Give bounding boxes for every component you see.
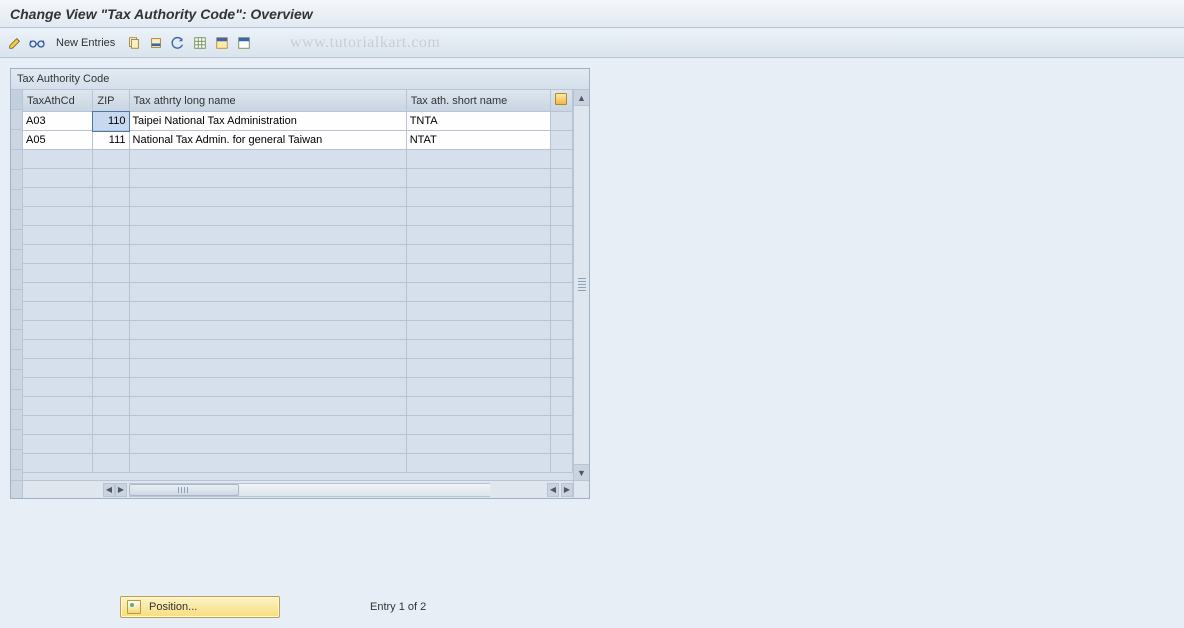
grid-panel: Tax Authority Code TaxAthCd ZIP Tax athr… — [10, 68, 590, 499]
table-row-empty[interactable] — [23, 169, 573, 188]
col-header-long[interactable]: Tax athrty long name — [129, 90, 406, 112]
scroll-left-end-icon[interactable]: ◀ — [547, 483, 559, 497]
table-row-empty[interactable] — [23, 283, 573, 302]
vertical-scrollbar[interactable]: ▲ ▼ — [573, 90, 589, 480]
data-grid[interactable]: TaxAthCd ZIP Tax athrty long name Tax at… — [23, 90, 573, 473]
cell-zip[interactable]: 111 — [93, 131, 129, 150]
table-row-empty[interactable] — [23, 397, 573, 416]
watermark-text: www.tutorialkart.com — [290, 34, 440, 52]
table-row-empty[interactable] — [23, 207, 573, 226]
save-grid-icon[interactable] — [191, 34, 209, 52]
toolbar: New Entries www.tutorialkart.com — [0, 28, 1184, 58]
table-row-empty[interactable] — [23, 435, 573, 454]
content-area: Tax Authority Code TaxAthCd ZIP Tax athr… — [0, 58, 1184, 628]
table-row-empty[interactable] — [23, 302, 573, 321]
table-row-empty[interactable] — [23, 454, 573, 473]
table-row[interactable]: A03110Taipei National Tax Administration… — [23, 112, 573, 131]
grid-main: TaxAthCd ZIP Tax athrty long name Tax at… — [23, 90, 573, 480]
copy-icon[interactable] — [125, 34, 143, 52]
table-row-empty[interactable] — [23, 378, 573, 397]
hscroll-thumb[interactable] — [129, 484, 239, 496]
scroll-down-icon[interactable]: ▼ — [574, 464, 589, 480]
title-bar: Change View "Tax Authority Code": Overvi… — [0, 0, 1184, 28]
row-selector-gutter[interactable] — [11, 90, 23, 480]
deselect-all-icon[interactable] — [235, 34, 253, 52]
table-row[interactable]: A05111National Tax Admin. for general Ta… — [23, 131, 573, 150]
panel-title: Tax Authority Code — [11, 69, 589, 90]
table-row-empty[interactable] — [23, 321, 573, 340]
table-row-empty[interactable] — [23, 340, 573, 359]
cell-code[interactable]: A05 — [23, 131, 93, 150]
col-header-code[interactable]: TaxAthCd — [23, 90, 93, 112]
table-row-empty[interactable] — [23, 188, 573, 207]
col-header-zip[interactable]: ZIP — [93, 90, 129, 112]
page-title: Change View "Tax Authority Code": Overvi… — [10, 6, 313, 22]
table-row-empty[interactable] — [23, 150, 573, 169]
col-header-short[interactable]: Tax ath. short name — [406, 90, 551, 112]
table-row-empty[interactable] — [23, 359, 573, 378]
position-icon — [127, 600, 141, 614]
table-row-empty[interactable] — [23, 245, 573, 264]
delete-icon[interactable] — [147, 34, 165, 52]
cell-short[interactable]: NTAT — [406, 131, 551, 150]
cell-long[interactable]: Taipei National Tax Administration — [129, 112, 406, 131]
cell-zip[interactable]: 110 — [93, 112, 129, 131]
table-row-empty[interactable] — [23, 416, 573, 435]
entry-status: Entry 1 of 2 — [370, 601, 426, 613]
scroll-up-icon[interactable]: ▲ — [574, 90, 589, 106]
configure-columns-icon[interactable] — [551, 90, 573, 112]
new-entries-button[interactable]: New Entries — [50, 35, 121, 51]
horizontal-scrollbar[interactable]: ◀ ▶ ◀ ▶ — [11, 480, 589, 498]
table-row-empty[interactable] — [23, 226, 573, 245]
select-all-icon[interactable] — [213, 34, 231, 52]
scroll-left-icon[interactable]: ◀ — [103, 483, 115, 497]
undo-icon[interactable] — [169, 34, 187, 52]
cell-long[interactable]: National Tax Admin. for general Taiwan — [129, 131, 406, 150]
scroll-right-icon[interactable]: ▶ — [115, 483, 127, 497]
grid-wrap: TaxAthCd ZIP Tax athrty long name Tax at… — [11, 90, 589, 480]
scroll-track[interactable] — [574, 106, 589, 464]
glasses-icon[interactable] — [28, 34, 46, 52]
footer: Position... Entry 1 of 2 — [10, 596, 426, 618]
position-button[interactable]: Position... — [120, 596, 280, 618]
table-row-empty[interactable] — [23, 264, 573, 283]
scroll-right-end-icon[interactable]: ▶ — [561, 483, 573, 497]
position-label: Position... — [149, 601, 197, 613]
cell-code[interactable]: A03 — [23, 112, 93, 131]
change-icon[interactable] — [6, 34, 24, 52]
cell-short[interactable]: TNTA — [406, 112, 551, 131]
